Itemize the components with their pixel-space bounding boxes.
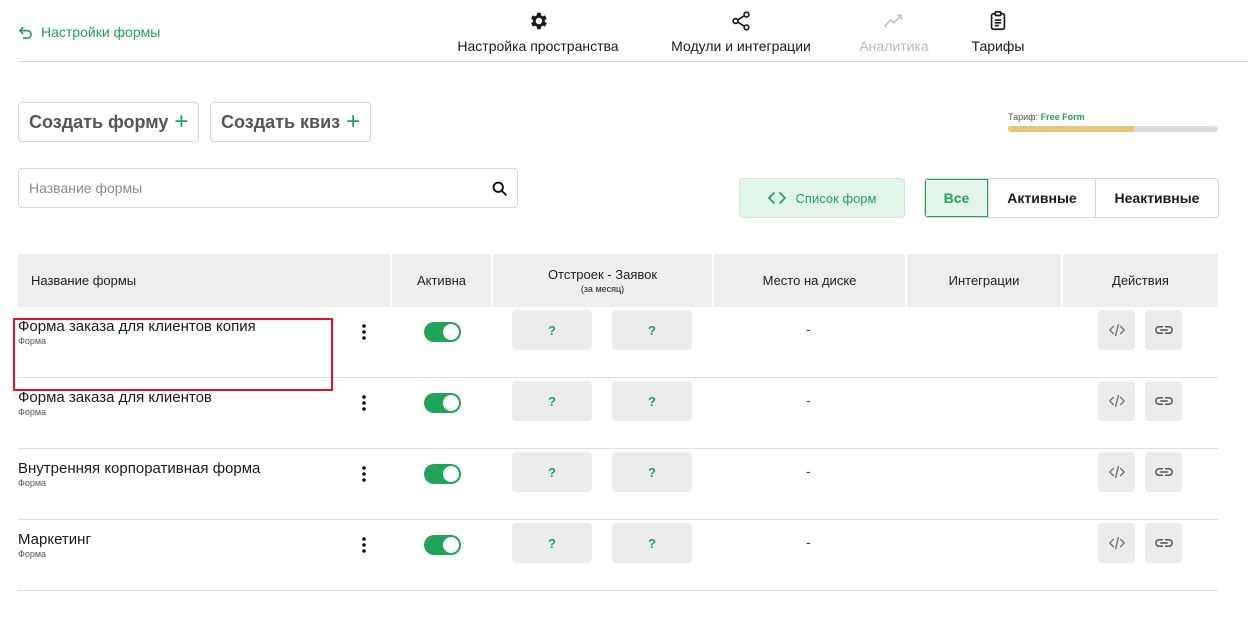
embed-code-button[interactable] xyxy=(1098,310,1135,350)
table-row: Внутренняя корпоративная форма Форма ? ?… xyxy=(18,449,1218,520)
disk-usage: - xyxy=(806,321,811,337)
disk-usage: - xyxy=(806,392,811,408)
copy-link-button[interactable] xyxy=(1145,452,1182,492)
nav-modules-integrations[interactable]: Модули и интеграции xyxy=(667,10,815,54)
form-name[interactable]: Внутренняя корпоративная форма xyxy=(18,460,260,477)
active-toggle[interactable] xyxy=(424,464,461,484)
code-icon xyxy=(767,192,786,204)
share-icon xyxy=(732,11,750,31)
form-list-button[interactable]: Список форм xyxy=(739,178,905,218)
code-icon xyxy=(1108,536,1125,550)
column-header-builds-title: Отстроек - Заявок xyxy=(547,267,658,282)
tariff-progress-fill xyxy=(1008,126,1134,132)
create-form-label: Создать форму xyxy=(29,111,169,132)
active-toggle[interactable] xyxy=(424,393,461,413)
builds-count[interactable]: ? xyxy=(512,452,592,492)
clipboard-icon xyxy=(990,11,1006,31)
builds-count[interactable]: ? xyxy=(512,381,592,421)
top-navigation: Настройки формы Настройка пространства М… xyxy=(18,0,1248,62)
code-icon xyxy=(1108,465,1125,479)
back-link-label: Настройки формы xyxy=(41,24,161,40)
tariff-indicator: Тариф: Free Form xyxy=(1008,112,1218,132)
link-icon xyxy=(1154,538,1173,548)
create-form-button[interactable]: Создать форму + xyxy=(18,102,200,142)
copy-link-button[interactable] xyxy=(1145,523,1182,563)
builds-count[interactable]: ? xyxy=(512,310,592,350)
form-name[interactable]: Форма заказа для клиентов xyxy=(18,389,212,406)
form-type: Форма xyxy=(18,407,47,417)
form-type: Форма xyxy=(18,478,47,488)
analytics-icon xyxy=(884,14,903,28)
table-row: Форма заказа для клиентов копия Форма ? … xyxy=(18,307,1218,378)
form-name[interactable]: Форма заказа для клиентов копия xyxy=(18,318,256,335)
tariff-label: Тариф: Free Form xyxy=(1008,112,1085,122)
code-icon xyxy=(1108,323,1125,337)
table-row: Форма заказа для клиентов Форма ? ? - xyxy=(18,378,1218,449)
embed-code-button[interactable] xyxy=(1098,452,1135,492)
nav-label: Тарифы xyxy=(971,38,1025,54)
filter-inactive[interactable]: Неактивные xyxy=(1095,179,1218,217)
plus-icon: + xyxy=(174,108,189,135)
column-header-builds-sub: (за месяц) xyxy=(580,284,625,294)
search-icon[interactable] xyxy=(491,180,508,197)
nav-label: Модули и интеграции xyxy=(671,38,811,54)
disk-usage: - xyxy=(806,463,811,479)
tariff-progress-bar xyxy=(1008,126,1218,132)
link-icon xyxy=(1154,467,1173,477)
column-header-name[interactable]: Название формы xyxy=(18,254,390,307)
nav-label: Аналитика xyxy=(859,38,929,54)
search-input[interactable] xyxy=(19,169,517,207)
builds-count[interactable]: ? xyxy=(512,523,592,563)
form-type: Форма xyxy=(18,549,47,559)
embed-code-button[interactable] xyxy=(1098,381,1135,421)
column-header-integrations[interactable]: Интеграции xyxy=(907,254,1061,307)
copy-link-button[interactable] xyxy=(1145,310,1182,350)
back-link[interactable]: Настройки формы xyxy=(18,24,160,40)
nav-label: Настройка пространства xyxy=(457,38,619,54)
table-row: Маркетинг Форма ? ? - xyxy=(18,520,1218,591)
column-header-disk[interactable]: Место на диске xyxy=(714,254,905,307)
undo-arrow-icon xyxy=(19,26,32,39)
column-header-builds[interactable]: Отстроек - Заявок (за месяц) xyxy=(493,254,712,307)
table-header: Название формы Активна Отстроек - Заявок… xyxy=(18,254,1218,307)
requests-count[interactable]: ? xyxy=(612,310,692,350)
active-toggle[interactable] xyxy=(424,535,461,555)
column-header-active[interactable]: Активна xyxy=(392,254,491,307)
disk-usage: - xyxy=(806,534,811,550)
create-quiz-label: Создать квиз xyxy=(221,111,341,132)
filter-all[interactable]: Все xyxy=(925,179,988,217)
active-toggle[interactable] xyxy=(424,322,461,342)
link-icon xyxy=(1154,325,1173,335)
form-list-label: Список форм xyxy=(795,190,877,206)
kebab-menu-icon[interactable] xyxy=(354,536,374,554)
create-quiz-button[interactable]: Создать квиз + xyxy=(210,102,372,142)
embed-code-button[interactable] xyxy=(1098,523,1135,563)
column-header-actions[interactable]: Действия xyxy=(1063,254,1218,307)
gear-icon xyxy=(531,12,547,30)
nav-tariffs[interactable]: Тарифы xyxy=(968,10,1028,54)
form-type: Форма xyxy=(18,336,47,346)
form-name[interactable]: Маркетинг xyxy=(18,531,91,548)
requests-count[interactable]: ? xyxy=(612,381,692,421)
search-box xyxy=(18,168,518,208)
code-icon xyxy=(1108,394,1125,408)
requests-count[interactable]: ? xyxy=(612,452,692,492)
link-icon xyxy=(1154,396,1173,406)
kebab-menu-icon[interactable] xyxy=(354,465,374,483)
requests-count[interactable]: ? xyxy=(612,523,692,563)
nav-analytics[interactable]: Аналитика xyxy=(854,10,934,54)
status-filter-group: Все Активные Неактивные xyxy=(924,178,1219,218)
nav-workspace-settings[interactable]: Настройка пространства xyxy=(452,10,624,54)
kebab-menu-icon[interactable] xyxy=(354,323,374,341)
copy-link-button[interactable] xyxy=(1145,381,1182,421)
filter-active[interactable]: Активные xyxy=(988,179,1095,217)
tariff-plan: Free Form xyxy=(1040,112,1085,122)
plus-icon: + xyxy=(346,108,361,135)
kebab-menu-icon[interactable] xyxy=(354,394,374,412)
